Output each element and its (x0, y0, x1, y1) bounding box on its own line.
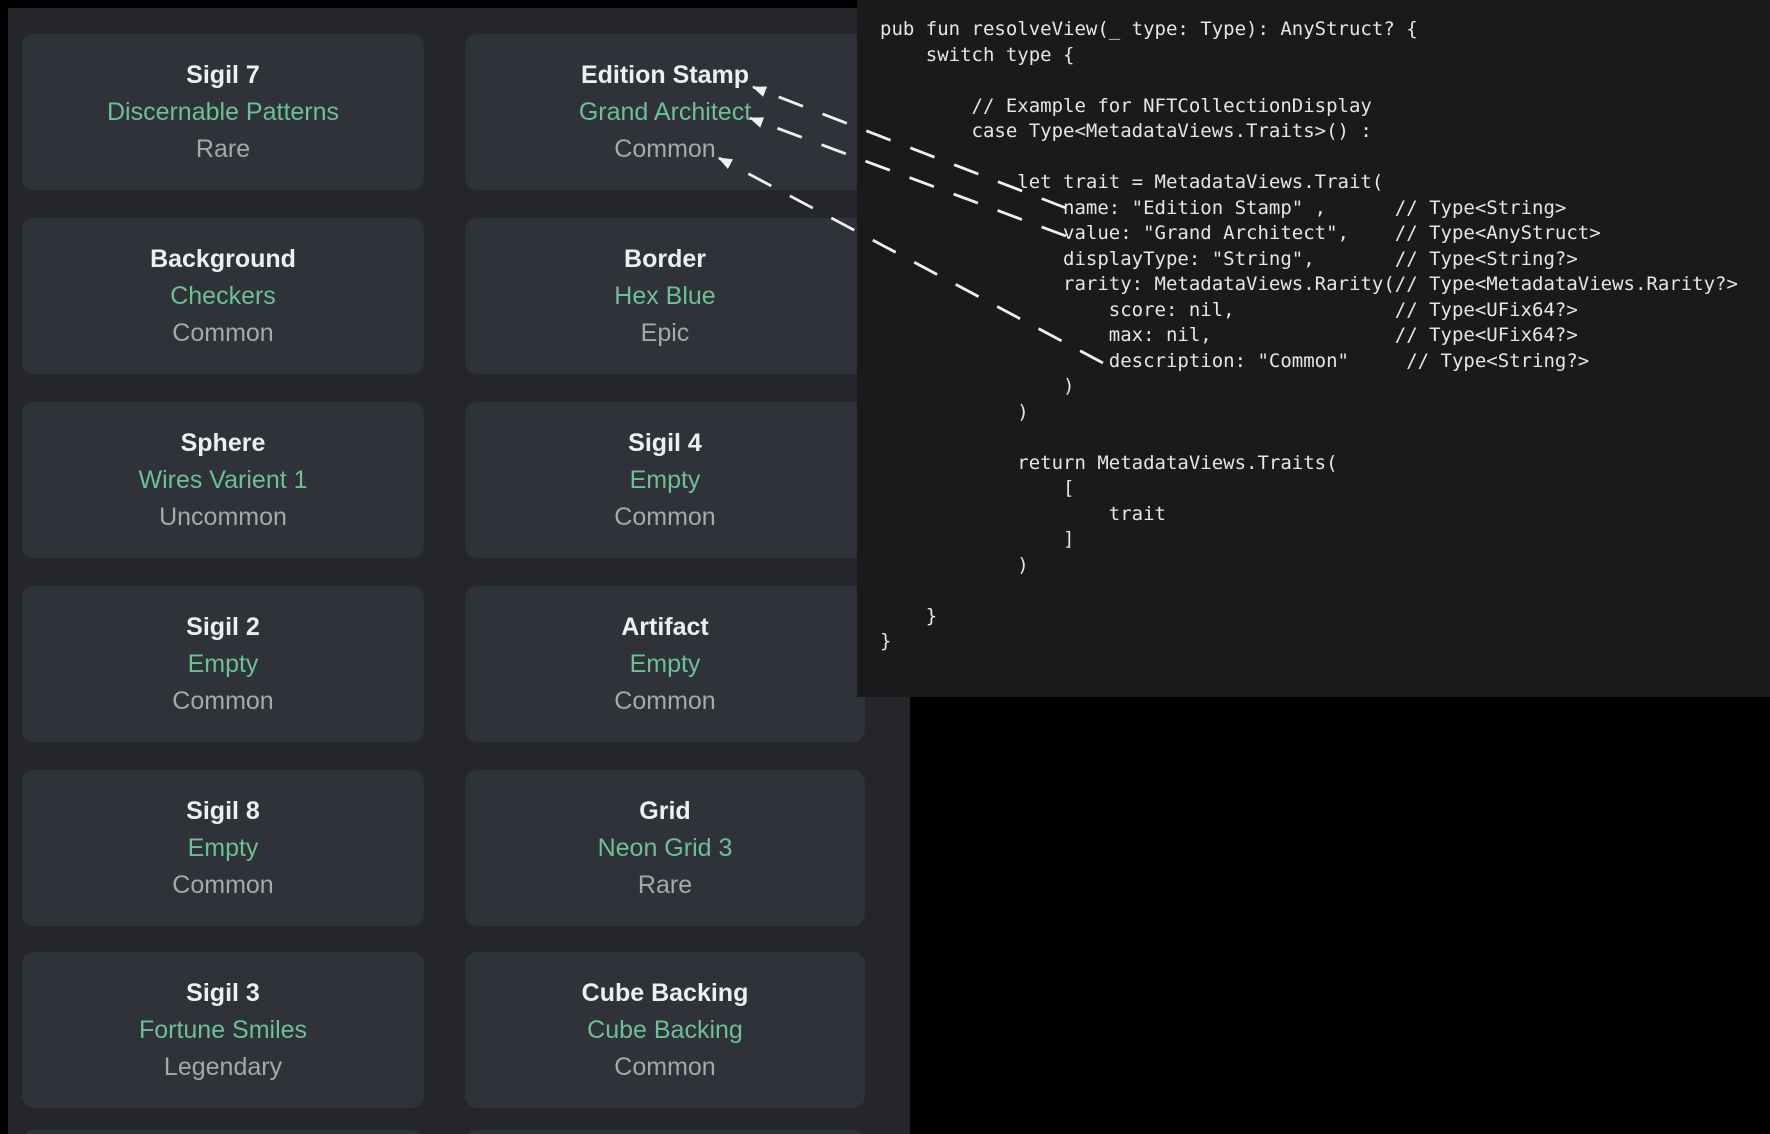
trait-name: Cube Backing (582, 975, 749, 1012)
trait-value: Fortune Smiles (139, 1012, 307, 1049)
trait-rarity: Rare (638, 867, 692, 904)
trait-rarity: Common (172, 315, 273, 352)
trait-name: Sigil 4 (628, 425, 702, 462)
trait-name: Sigil 3 (186, 975, 260, 1012)
trait-card: Sigil 8 Empty Common (22, 770, 424, 926)
trait-name: Background (150, 241, 296, 278)
trait-rarity: Rare (196, 131, 250, 168)
trait-card: Grid Neon Grid 3 Rare (465, 770, 865, 926)
traits-panel: Sigil 7 Discernable Patterns Rare Editio… (8, 8, 910, 1134)
trait-card-partial (22, 1130, 424, 1134)
slide-canvas: Sigil 7 Discernable Patterns Rare Editio… (0, 0, 1770, 1134)
trait-value: Checkers (170, 278, 276, 315)
trait-rarity: Common (172, 867, 273, 904)
trait-rarity: Common (614, 683, 715, 720)
trait-card: Border Hex Blue Epic (465, 218, 865, 374)
trait-card: Sigil 3 Fortune Smiles Legendary (22, 952, 424, 1108)
trait-name: Sigil 8 (186, 793, 260, 830)
trait-value: Discernable Patterns (107, 94, 339, 131)
trait-card: Sigil 7 Discernable Patterns Rare (22, 34, 424, 190)
code-listing: pub fun resolveView(_ type: Type): AnySt… (857, 0, 1770, 655)
trait-card: Edition Stamp Grand Architect Common (465, 34, 865, 190)
trait-card: Sphere Wires Varient 1 Uncommon (22, 402, 424, 558)
trait-value: Cube Backing (587, 1012, 743, 1049)
trait-name: Border (624, 241, 706, 278)
trait-value: Hex Blue (614, 278, 715, 315)
trait-value: Empty (188, 646, 259, 683)
trait-value: Neon Grid 3 (598, 830, 733, 867)
trait-card: Sigil 2 Empty Common (22, 586, 424, 742)
trait-name: Sigil 2 (186, 609, 260, 646)
trait-name: Artifact (621, 609, 709, 646)
trait-rarity: Legendary (164, 1049, 282, 1086)
trait-card: Background Checkers Common (22, 218, 424, 374)
trait-card-partial (465, 1130, 865, 1134)
trait-rarity: Common (614, 499, 715, 536)
trait-rarity: Common (172, 683, 273, 720)
trait-rarity: Epic (641, 315, 690, 352)
trait-value: Wires Varient 1 (138, 462, 307, 499)
trait-card: Artifact Empty Common (465, 586, 865, 742)
trait-rarity: Common (614, 131, 715, 168)
trait-name: Grid (639, 793, 690, 830)
code-panel: pub fun resolveView(_ type: Type): AnySt… (857, 0, 1770, 697)
trait-name: Sigil 7 (186, 57, 260, 94)
trait-card: Cube Backing Cube Backing Common (465, 952, 865, 1108)
trait-value: Empty (630, 462, 701, 499)
trait-rarity: Common (614, 1049, 715, 1086)
trait-rarity: Uncommon (159, 499, 287, 536)
trait-name: Edition Stamp (581, 57, 749, 94)
trait-value: Grand Architect (579, 94, 751, 131)
trait-card: Sigil 4 Empty Common (465, 402, 865, 558)
trait-name: Sphere (181, 425, 266, 462)
trait-value: Empty (630, 646, 701, 683)
trait-value: Empty (188, 830, 259, 867)
